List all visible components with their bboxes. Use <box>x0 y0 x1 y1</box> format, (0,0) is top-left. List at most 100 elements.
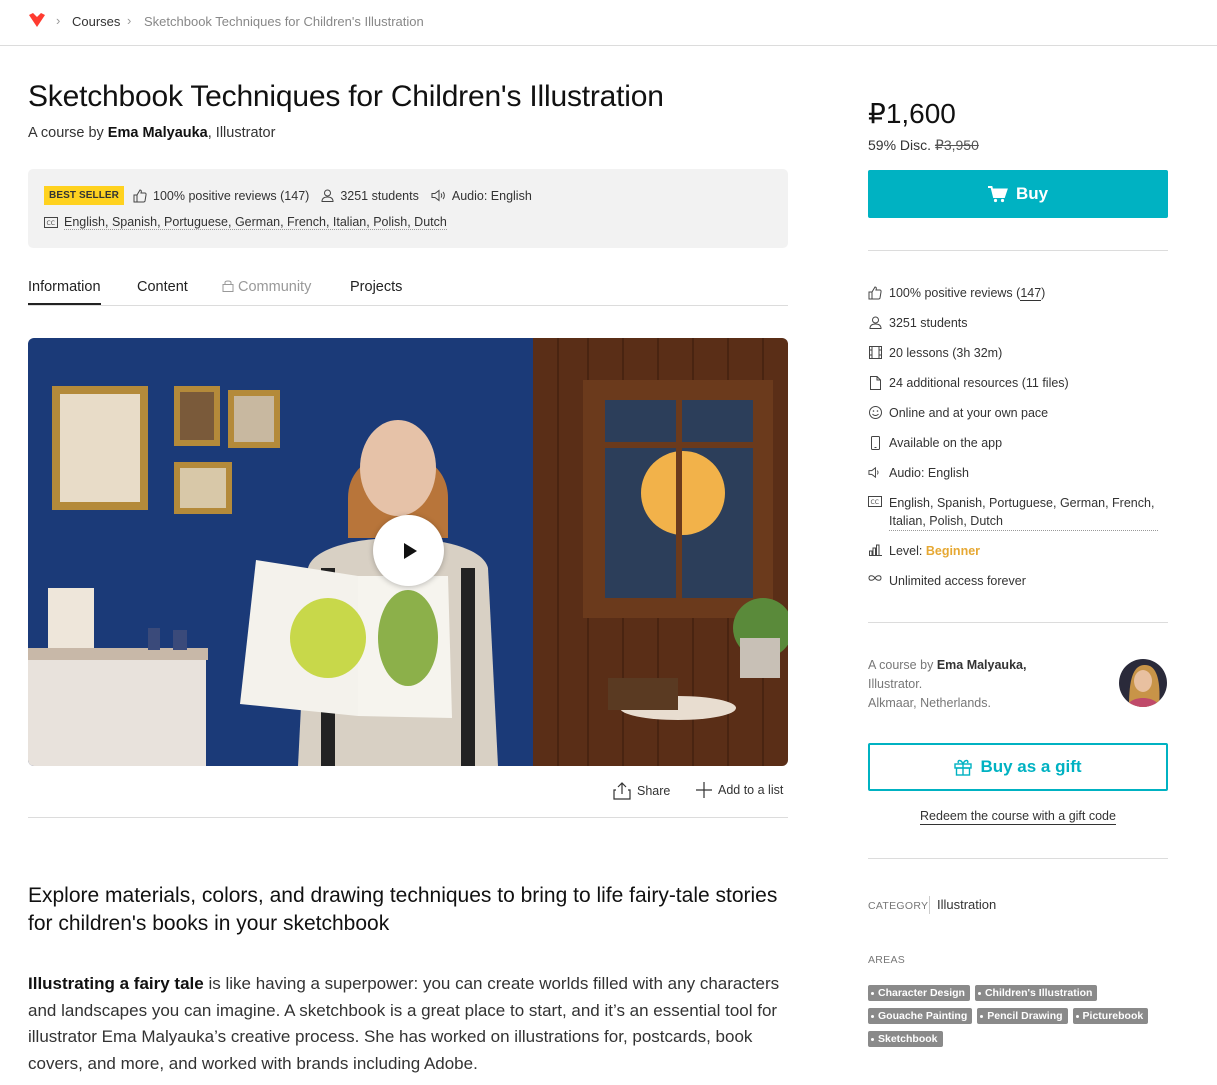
course-description: Illustrating a fairy tale is like having… <box>28 971 788 1077</box>
speaker-icon <box>868 466 882 479</box>
film-icon <box>868 346 882 359</box>
level-bars-icon <box>868 544 882 556</box>
cart-icon <box>987 185 1008 203</box>
share-icon <box>613 782 631 800</box>
buy-button[interactable]: Buy <box>868 170 1168 218</box>
buy-label: Buy <box>1015 184 1049 203</box>
subtitles-icon: CC <box>868 496 882 507</box>
feature-subtitles: CC English, Spanish, Portuguese, German,… <box>868 494 1158 531</box>
feature-audio: Audio: English <box>868 464 1168 482</box>
svg-text:CC: CC <box>47 220 55 227</box>
redeem-label: Redeem the course with a gift code <box>920 809 1116 825</box>
thumbs-up-icon <box>133 188 147 203</box>
gift-icon <box>954 758 973 776</box>
feature-lessons: 20 lessons (3h 32m) <box>868 344 1168 362</box>
feature-students: 3251 students <box>868 314 1168 332</box>
divider <box>28 817 788 818</box>
category-label: Category <box>868 900 929 912</box>
breadcrumb-courses[interactable]: Courses <box>72 14 120 29</box>
chevron-right-icon: › <box>127 13 132 28</box>
feature-resources: 24 additional resources (11 files) <box>868 374 1168 392</box>
author-card: A course by Ema Malyauka, Illustrator. A… <box>868 656 1098 713</box>
best-seller-badge: Best seller <box>44 186 124 205</box>
reviews-suffix: ) <box>1041 286 1046 300</box>
share-label: Share <box>637 784 671 798</box>
share-button[interactable]: Share <box>613 782 670 800</box>
original-price: ₽3,950 <box>934 137 979 153</box>
tab-community-label: Community <box>238 279 312 295</box>
reviews-prefix: 100% positive reviews ( <box>889 286 1021 300</box>
feature-app: Available on the app <box>868 434 1168 452</box>
students-text: 3251 students <box>889 316 968 330</box>
area-tag[interactable]: Gouache Painting <box>868 1008 973 1024</box>
area-tag[interactable]: Character Design <box>868 985 970 1001</box>
area-tag[interactable]: Picturebook <box>1072 1008 1149 1024</box>
audio-text: Audio: English <box>889 466 969 480</box>
access-text: Unlimited access forever <box>889 574 1026 588</box>
author-prefix: A course by <box>868 658 934 672</box>
areas-tags: Character Design Children's Illustration… <box>868 985 1168 1047</box>
author-link[interactable]: Ema Malyauka <box>108 125 208 141</box>
divider <box>929 896 930 914</box>
tab-information[interactable]: Information <box>28 279 101 305</box>
reviews-text: 100% positive reviews (147) <box>153 188 310 203</box>
chevron-right-icon: › <box>56 13 61 28</box>
description-bold: Illustrating a fairy tale <box>28 974 204 993</box>
feature-reviews: 100% positive reviews (147) <box>868 284 1168 302</box>
divider <box>868 622 1168 623</box>
course-byline: A course by Ema Malyauka, Illustrator <box>28 125 275 141</box>
subtitles-icon: CC <box>44 217 58 228</box>
lock-icon <box>222 279 234 296</box>
course-tabs: Information Content Community Projects <box>28 268 788 306</box>
tab-projects[interactable]: Projects <box>350 279 402 295</box>
author-name-link[interactable]: Ema Malyauka, <box>937 658 1027 672</box>
reviews-count-link[interactable]: 147 <box>1020 286 1042 301</box>
subtitles-text[interactable]: English, Spanish, Portuguese, German, Fr… <box>889 494 1158 531</box>
top-bar: › Courses › Sketchbook Techniques for Ch… <box>0 0 1217 46</box>
level-prefix: Level: <box>889 544 923 558</box>
gift-label: Buy as a gift <box>980 757 1082 776</box>
stats-row: Best seller 100% positive reviews (147) … <box>44 186 532 205</box>
svg-text:CC: CC <box>871 499 879 506</box>
thumbs-up-icon <box>868 286 882 300</box>
subtitles-text[interactable]: English, Spanish, Portuguese, German, Fr… <box>64 215 447 230</box>
area-tag[interactable]: Sketchbook <box>868 1031 943 1047</box>
feature-access: Unlimited access forever <box>868 572 1168 590</box>
author-role: Illustrator. <box>868 677 923 691</box>
redeem-gift-link[interactable]: Redeem the course with a gift code <box>868 809 1168 825</box>
students-text: 3251 students <box>340 188 419 203</box>
domestika-logo[interactable] <box>28 12 46 28</box>
areas-label: Areas <box>868 954 906 966</box>
avatar[interactable] <box>1119 659 1167 707</box>
divider <box>868 250 1168 251</box>
course-stats-box: Best seller 100% positive reviews (147) … <box>28 169 788 248</box>
area-tag[interactable]: Pencil Drawing <box>977 1008 1068 1024</box>
resources-text: 24 additional resources (11 files) <box>889 376 1069 390</box>
author-role: , Illustrator <box>207 125 276 141</box>
breadcrumb-current: Sketchbook Techniques for Children's Ill… <box>144 14 424 29</box>
phone-icon <box>868 436 882 450</box>
add-to-list-button[interactable]: Add to a list <box>696 782 783 798</box>
play-button[interactable] <box>373 515 444 586</box>
infinity-icon <box>868 574 882 582</box>
category-link[interactable]: Illustration <box>937 897 996 912</box>
area-tag[interactable]: Children's Illustration <box>974 985 1098 1001</box>
level-value: Beginner <box>925 544 981 558</box>
feature-level: Level: Beginner <box>868 542 1168 560</box>
pace-text: Online and at your own pace <box>889 406 1049 420</box>
discount: 59% Disc. ₽3,950 <box>868 137 979 154</box>
user-icon <box>868 316 882 329</box>
tab-content[interactable]: Content <box>137 279 188 295</box>
buy-as-gift-button[interactable]: Buy as a gift <box>868 743 1168 791</box>
audio-text: Audio: English <box>451 188 532 203</box>
user-icon <box>321 189 334 202</box>
feature-pace: Online and at your own pace <box>868 404 1168 422</box>
speaker-icon <box>431 189 446 202</box>
divider <box>868 858 1168 859</box>
tab-community[interactable]: Community <box>222 279 311 296</box>
lessons-text: 20 lessons (3h 32m) <box>889 346 1003 360</box>
byline-prefix: A course by <box>28 125 104 141</box>
author-location: Alkmaar, Netherlands. <box>868 696 991 710</box>
price: ₽1,600 <box>868 98 956 129</box>
discount-percent: 59% Disc. <box>868 137 932 153</box>
